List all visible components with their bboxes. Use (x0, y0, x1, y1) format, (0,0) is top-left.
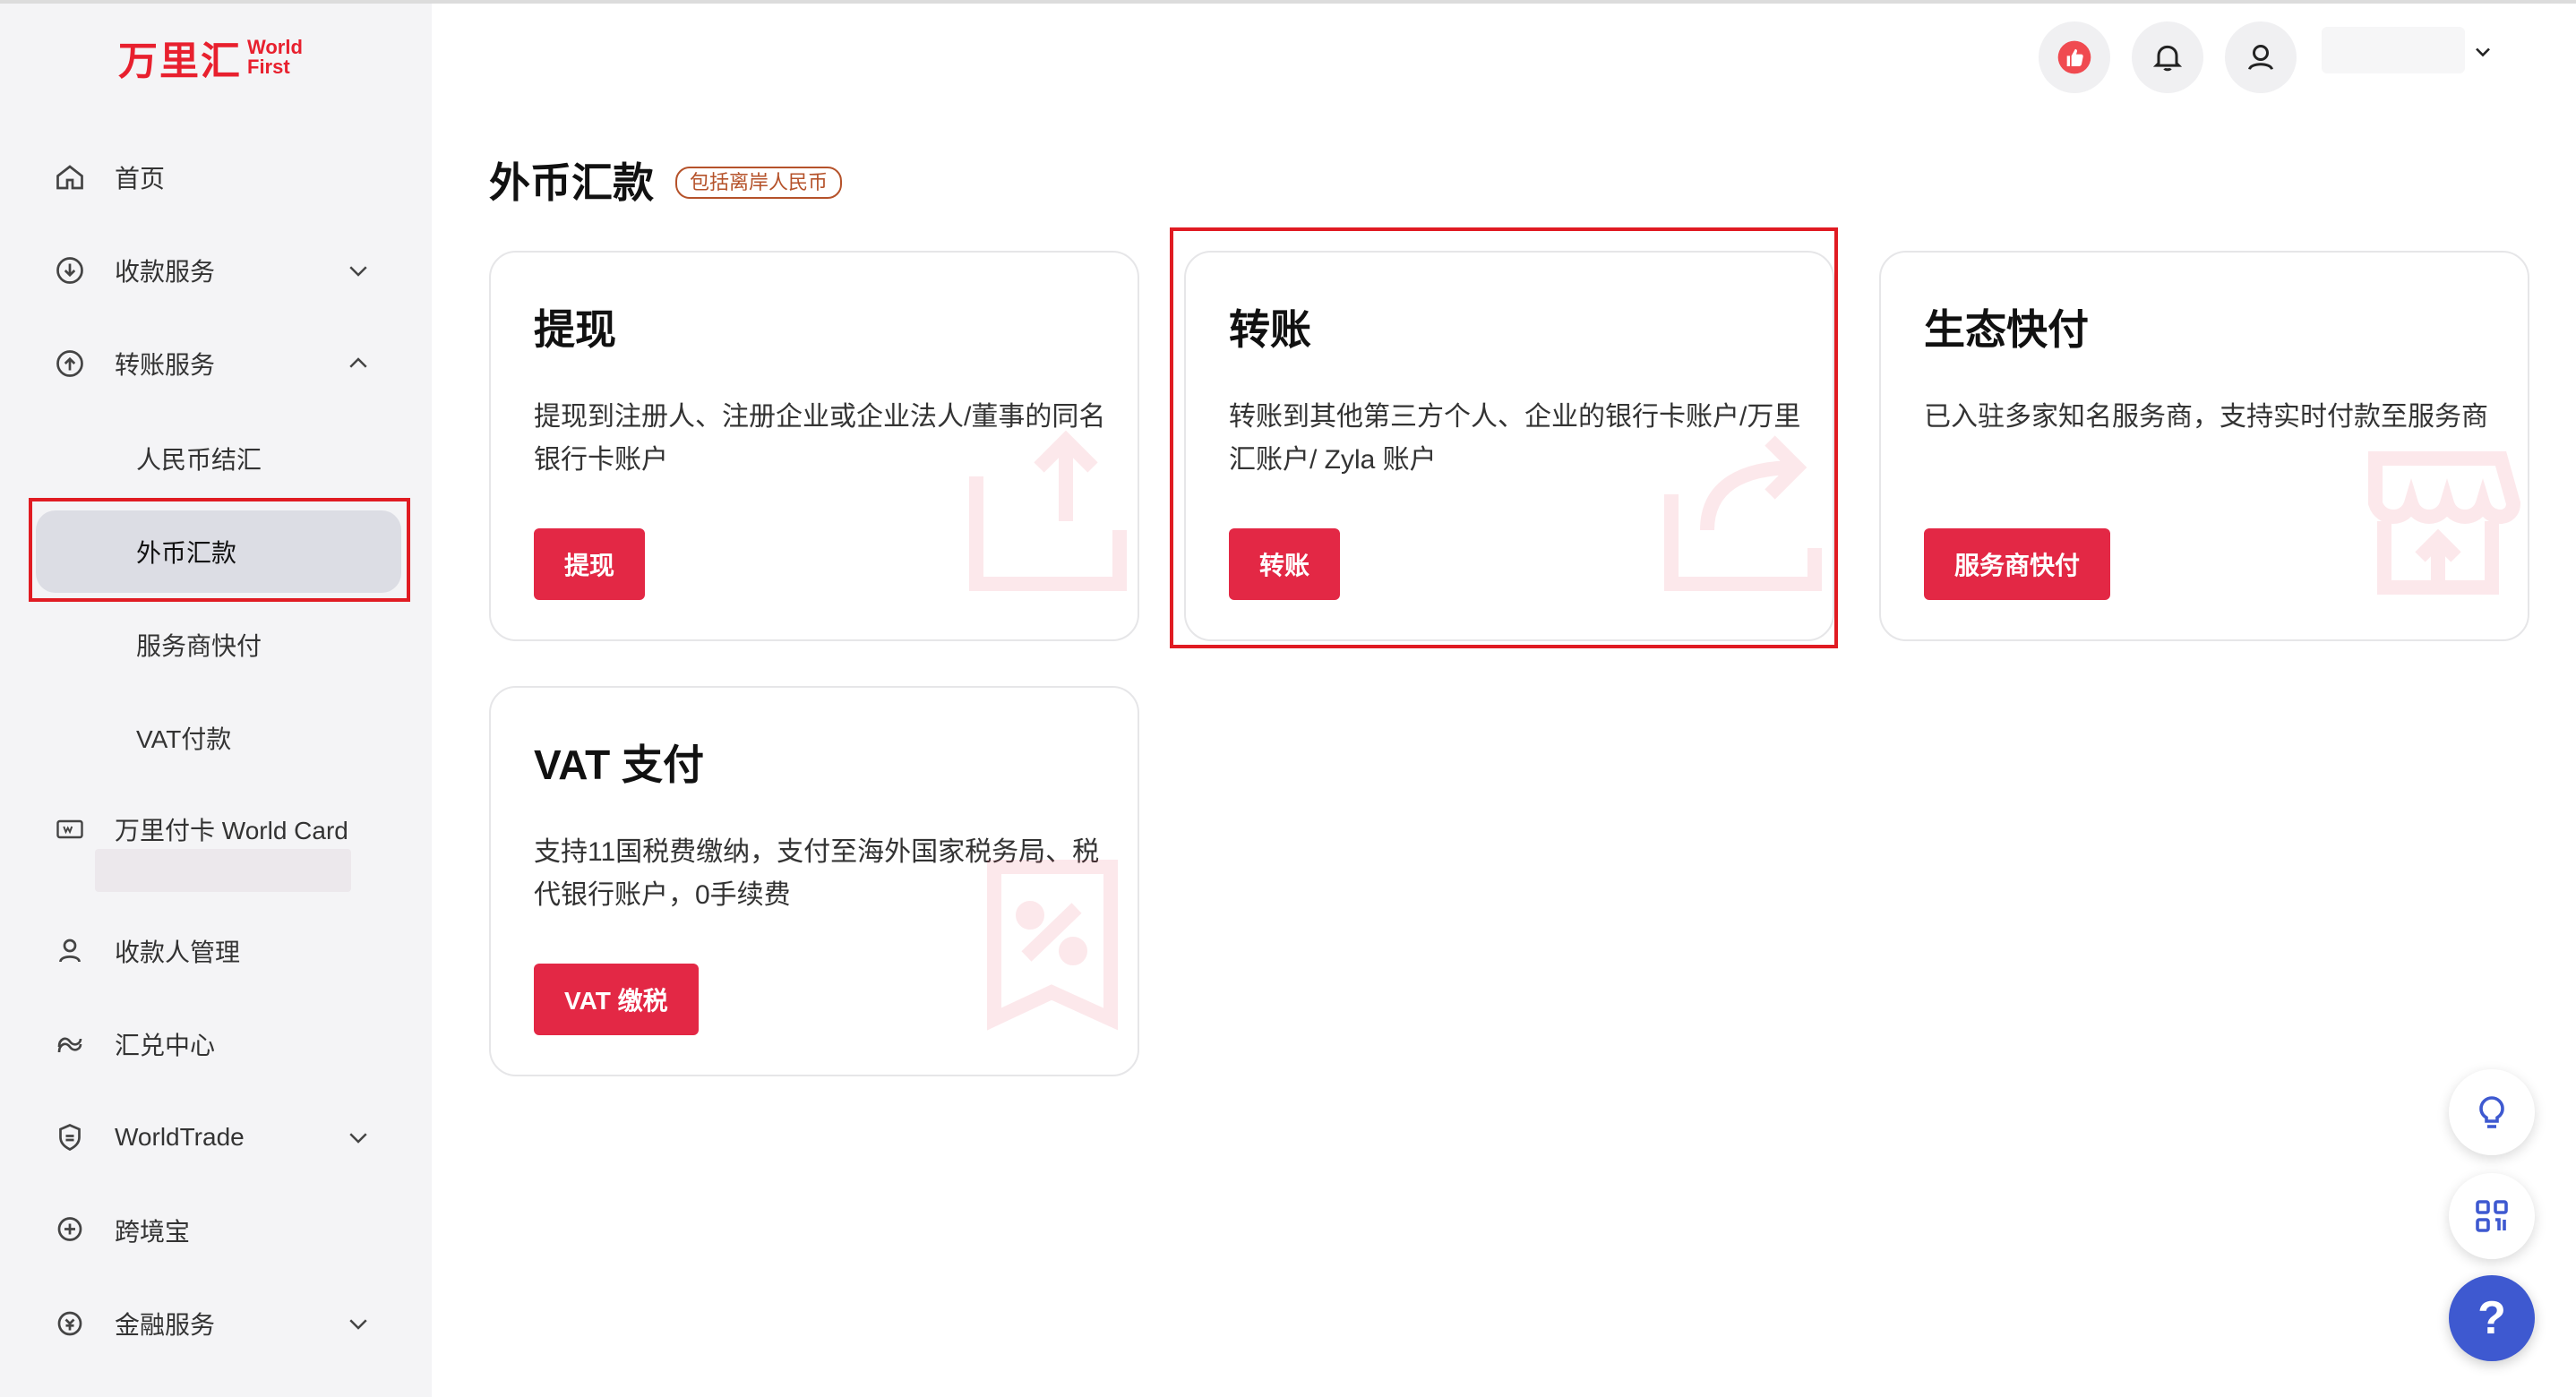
chevron-down-icon (340, 1306, 376, 1341)
page-title: 外币汇款 (489, 159, 654, 206)
sidebar-subitem-provider-pay[interactable]: 服务商快付 (36, 604, 401, 686)
help-button[interactable]: ? (2449, 1275, 2535, 1361)
provider-pay-button[interactable]: 服务商快付 (1924, 528, 2111, 600)
sidebar-item-payee[interactable]: 收款人管理 (0, 915, 432, 987)
thumbs-up-icon (2057, 40, 2091, 74)
finance-icon (52, 1306, 88, 1341)
notification-button[interactable] (2132, 21, 2203, 93)
card-title: 转账 (1229, 306, 1311, 353)
card-title: 生态快付 (1924, 306, 2089, 353)
bell-icon (2152, 45, 2183, 72)
sidebar-item-finance[interactable]: 金融服务 (0, 1288, 432, 1359)
sidebar-subitem-vat-pay[interactable]: VAT付款 (36, 697, 401, 779)
sidebar-item-worldtrade[interactable]: WorldTrade (0, 1101, 432, 1173)
logo[interactable]: 万里汇 World First (118, 29, 303, 86)
sidebar: 万里汇 World First 首页 收款服务 转账服务 人民币结汇 外币汇款 … (0, 4, 432, 1397)
blurred-region (95, 849, 351, 892)
card-title: VAT 支付 (534, 741, 704, 788)
withdraw-deco-icon (969, 430, 1127, 591)
chevron-down-icon (2476, 47, 2490, 57)
card-ecosystem-pay: 生态快付 已入驻多家知名服务商，支持实时付款至服务商 服务商快付 (1879, 251, 2529, 641)
chevron-down-icon (340, 253, 376, 288)
lightbulb-icon (2479, 1096, 2504, 1128)
sidebar-subitem-rmb-settlement[interactable]: 人民币结汇 (36, 417, 401, 500)
sidebar-item-home[interactable]: 首页 (0, 141, 432, 213)
sidebar-item-kjb[interactable]: 跨境宝 (0, 1195, 432, 1266)
transfer-icon (52, 346, 88, 381)
chevron-up-icon (340, 346, 376, 381)
kjb-icon (52, 1213, 88, 1248)
account-dropdown[interactable] (2467, 36, 2499, 68)
sidebar-item-exchange[interactable]: 汇兑中心 (0, 1008, 432, 1080)
user-icon (2248, 45, 2273, 71)
tax-deco-icon (987, 860, 1118, 1031)
card-transfer: 转账 转账到其他第三方个人、企业的银行卡账户/万里汇账户/ Zyla 账户 转账 (1184, 251, 1834, 641)
vat-pay-button[interactable]: VAT 缴税 (534, 964, 699, 1035)
user-button[interactable] (2225, 21, 2297, 93)
receive-icon (52, 253, 88, 288)
tips-button[interactable] (2449, 1069, 2535, 1155)
card-icon (52, 811, 88, 847)
sidebar-item-transfer[interactable]: 转账服务 (0, 328, 432, 399)
payee-icon (52, 933, 88, 969)
exchange-icon (52, 1026, 88, 1062)
withdraw-button[interactable]: 提现 (534, 528, 646, 600)
title-badge: 包括离岸人民币 (675, 167, 843, 199)
card-withdraw: 提现 提现到注册人、注册企业或企业法人/董事的同名银行卡账户 提现 (489, 251, 1139, 641)
chevron-down-icon (340, 1119, 376, 1155)
store-deco-icon (2368, 451, 2521, 595)
home-icon (52, 159, 88, 195)
card-vat-pay: VAT 支付 支持11国税费缴纳，支付至海外国家税务局、税代银行账户，0手续费 … (489, 686, 1139, 1076)
shield-icon (52, 1119, 88, 1155)
transfer-button[interactable]: 转账 (1229, 528, 1341, 600)
qrcode-button[interactable] (2449, 1173, 2535, 1259)
sidebar-subitem-foreign-remittance[interactable]: 外币汇款 (36, 510, 401, 593)
user-name-blurred[interactable] (2322, 27, 2465, 73)
sidebar-item-receive[interactable]: 收款服务 (0, 235, 432, 306)
qrcode-icon (2476, 1200, 2508, 1232)
transfer-deco-icon (1664, 435, 1822, 591)
thumbs-up-button[interactable] (2039, 21, 2110, 93)
card-title: 提现 (534, 306, 616, 353)
